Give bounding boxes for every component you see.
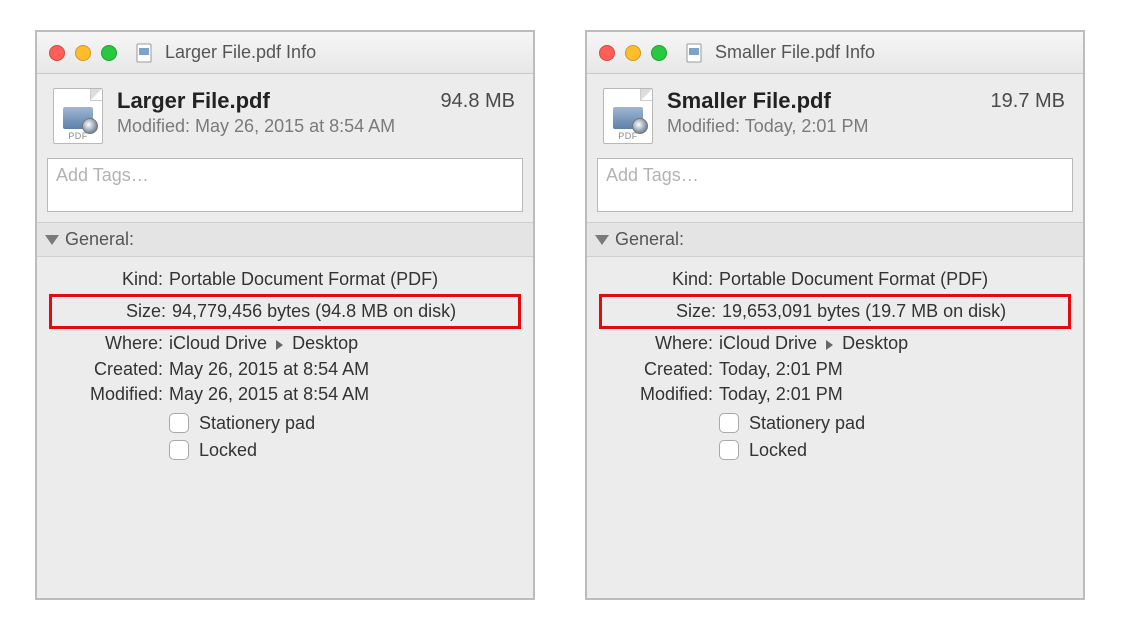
locked-checkbox[interactable]	[169, 440, 189, 460]
summary-text: Smaller File.pdf Modified: Today, 2:01 P…	[667, 88, 977, 137]
where-value: iCloud Drive Desktop	[169, 331, 517, 356]
close-icon[interactable]	[599, 45, 615, 61]
size-row: Size: 19,653,091 bytes (19.7 MB on disk)	[599, 294, 1071, 329]
minimize-icon[interactable]	[625, 45, 641, 61]
kind-value: Portable Document Format (PDF)	[719, 267, 1067, 292]
general-section-header[interactable]: General:	[587, 222, 1083, 257]
path-separator-icon	[826, 340, 833, 350]
tags-input[interactable]: Add Tags…	[597, 158, 1073, 212]
where-label: Where:	[603, 331, 713, 356]
created-value: May 26, 2015 at 8:54 AM	[169, 357, 517, 382]
tags-placeholder: Add Tags…	[606, 165, 699, 185]
file-thumbnail-icon: PDF	[53, 88, 103, 144]
disclosure-triangle-icon[interactable]	[45, 235, 59, 245]
tags-input[interactable]: Add Tags…	[47, 158, 523, 212]
window-title: Smaller File.pdf Info	[715, 42, 875, 63]
summary-row: PDF Smaller File.pdf Modified: Today, 2:…	[587, 74, 1083, 154]
kind-label: Kind:	[53, 267, 163, 292]
traffic-light-buttons	[49, 45, 117, 61]
titlebar[interactable]: Larger File.pdf Info	[37, 32, 533, 74]
stationery-row: Stationery pad	[169, 413, 517, 434]
size-row: Size: 94,779,456 bytes (94.8 MB on disk)	[49, 294, 521, 329]
size-label: Size:	[56, 299, 166, 324]
where-part2: Desktop	[292, 333, 358, 353]
created-row: Created: Today, 2:01 PM	[603, 357, 1067, 382]
stationery-row: Stationery pad	[719, 413, 1067, 434]
titlebar[interactable]: Smaller File.pdf Info	[587, 32, 1083, 74]
path-separator-icon	[276, 340, 283, 350]
general-section-header[interactable]: General:	[37, 222, 533, 257]
modified-value: May 26, 2015 at 8:54 AM	[169, 382, 517, 407]
size-value: 19,653,091 bytes (19.7 MB on disk)	[722, 299, 1064, 324]
file-size-summary: 19.7 MB	[991, 88, 1065, 113]
file-size-summary: 94.8 MB	[441, 88, 515, 113]
modified-label: Modified:	[53, 382, 163, 407]
info-window-smaller: Smaller File.pdf Info PDF Smaller File.p…	[585, 30, 1085, 600]
disclosure-triangle-icon[interactable]	[595, 235, 609, 245]
general-section-label: General:	[615, 229, 684, 250]
locked-row: Locked	[719, 440, 1067, 461]
stationery-checkbox[interactable]	[719, 413, 739, 433]
where-row: Where: iCloud Drive Desktop	[603, 331, 1067, 356]
where-part1: iCloud Drive	[719, 333, 817, 353]
stationery-label: Stationery pad	[749, 413, 865, 434]
stationery-checkbox[interactable]	[169, 413, 189, 433]
modified-summary: Modified: Today, 2:01 PM	[667, 116, 977, 137]
size-value: 94,779,456 bytes (94.8 MB on disk)	[172, 299, 514, 324]
created-label: Created:	[53, 357, 163, 382]
created-value: Today, 2:01 PM	[719, 357, 1067, 382]
general-section-body: Kind: Portable Document Format (PDF) Siz…	[587, 257, 1083, 475]
zoom-icon[interactable]	[101, 45, 117, 61]
where-part1: iCloud Drive	[169, 333, 267, 353]
close-icon[interactable]	[49, 45, 65, 61]
kind-row: Kind: Portable Document Format (PDF)	[53, 267, 517, 292]
created-row: Created: May 26, 2015 at 8:54 AM	[53, 357, 517, 382]
file-name: Larger File.pdf	[117, 88, 427, 114]
locked-row: Locked	[169, 440, 517, 461]
created-label: Created:	[603, 357, 713, 382]
summary-text: Larger File.pdf Modified: May 26, 2015 a…	[117, 88, 427, 137]
traffic-light-buttons	[599, 45, 667, 61]
window-title: Larger File.pdf Info	[165, 42, 316, 63]
kind-label: Kind:	[603, 267, 713, 292]
size-label: Size:	[606, 299, 716, 324]
stationery-label: Stationery pad	[199, 413, 315, 434]
modified-summary: Modified: May 26, 2015 at 8:54 AM	[117, 116, 427, 137]
where-row: Where: iCloud Drive Desktop	[53, 331, 517, 356]
where-value: iCloud Drive Desktop	[719, 331, 1067, 356]
file-thumbnail-icon: PDF	[603, 88, 653, 144]
titlebar-file-icon	[133, 42, 155, 64]
modified-row: Modified: May 26, 2015 at 8:54 AM	[53, 382, 517, 407]
where-part2: Desktop	[842, 333, 908, 353]
file-name: Smaller File.pdf	[667, 88, 977, 114]
zoom-icon[interactable]	[651, 45, 667, 61]
locked-label: Locked	[749, 440, 807, 461]
modified-row: Modified: Today, 2:01 PM	[603, 382, 1067, 407]
minimize-icon[interactable]	[75, 45, 91, 61]
kind-value: Portable Document Format (PDF)	[169, 267, 517, 292]
where-label: Where:	[53, 331, 163, 356]
locked-label: Locked	[199, 440, 257, 461]
tags-placeholder: Add Tags…	[56, 165, 149, 185]
general-section-body: Kind: Portable Document Format (PDF) Siz…	[37, 257, 533, 475]
modified-label: Modified:	[603, 382, 713, 407]
summary-row: PDF Larger File.pdf Modified: May 26, 20…	[37, 74, 533, 154]
info-window-larger: Larger File.pdf Info PDF Larger File.pdf…	[35, 30, 535, 600]
locked-checkbox[interactable]	[719, 440, 739, 460]
kind-row: Kind: Portable Document Format (PDF)	[603, 267, 1067, 292]
modified-value: Today, 2:01 PM	[719, 382, 1067, 407]
general-section-label: General:	[65, 229, 134, 250]
titlebar-file-icon	[683, 42, 705, 64]
